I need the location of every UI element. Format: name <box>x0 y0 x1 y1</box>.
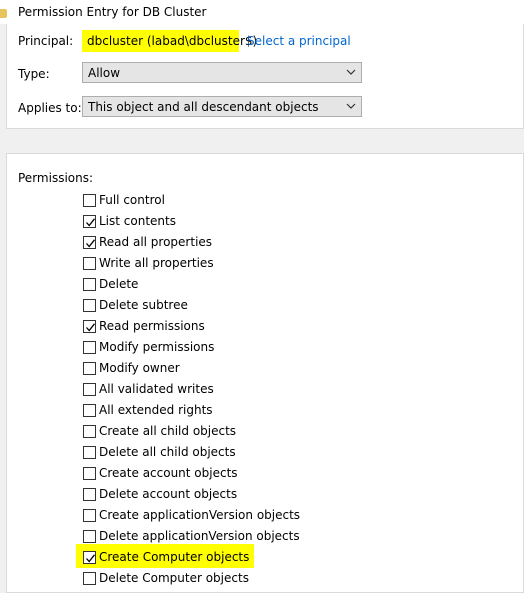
permission-label: Modify permissions <box>99 340 215 354</box>
checkbox-checked[interactable] <box>83 320 96 333</box>
principal-label: Principal: <box>18 34 74 48</box>
permission-row[interactable]: Modify permissions <box>83 339 383 356</box>
permission-label: All validated writes <box>99 382 214 396</box>
permission-row[interactable]: List contents <box>83 213 383 230</box>
checkbox-unchecked[interactable] <box>83 278 96 291</box>
permission-label: Write all properties <box>99 256 214 270</box>
permission-row[interactable]: Create account objects <box>83 465 383 482</box>
type-dropdown[interactable]: Allow <box>82 62 362 83</box>
checkbox-unchecked[interactable] <box>83 488 96 501</box>
checkbox-unchecked[interactable] <box>83 299 96 312</box>
permission-label: Read all properties <box>99 235 213 249</box>
permission-label: Delete account objects <box>99 487 238 501</box>
permission-label: Delete <box>99 277 139 291</box>
checkmark-icon <box>86 323 96 332</box>
checkbox-unchecked[interactable] <box>83 404 96 417</box>
permission-label: Read permissions <box>99 319 205 333</box>
permission-label: Create applicationVersion objects <box>99 508 301 522</box>
permission-row[interactable]: All extended rights <box>83 402 383 419</box>
permission-label: Create account objects <box>99 466 238 480</box>
checkbox-unchecked[interactable] <box>83 194 96 207</box>
title-bar: Permission Entry for DB Cluster <box>0 0 524 24</box>
checkbox-unchecked[interactable] <box>83 341 96 354</box>
permission-label: Create all child objects <box>99 424 237 438</box>
permission-row[interactable]: Delete <box>83 276 383 293</box>
checkbox-unchecked[interactable] <box>83 509 96 522</box>
permission-row[interactable]: Delete Computer objects <box>83 570 383 587</box>
permission-label: Delete subtree <box>99 298 188 312</box>
checkbox-unchecked[interactable] <box>83 530 96 543</box>
window-title: Permission Entry for DB Cluster <box>18 5 207 19</box>
folder-icon <box>0 9 7 18</box>
chevron-down-icon <box>346 69 356 75</box>
type-label: Type: <box>18 67 50 81</box>
checkbox-checked[interactable] <box>83 215 96 228</box>
permission-row[interactable]: Delete all child objects <box>83 444 383 461</box>
checkbox-unchecked[interactable] <box>83 257 96 270</box>
permission-row[interactable]: Delete subtree <box>83 297 383 314</box>
permission-row[interactable]: Read permissions <box>83 318 383 335</box>
checkbox-unchecked[interactable] <box>83 362 96 375</box>
select-principal-link[interactable]: Select a principal <box>247 34 351 48</box>
permission-label: Delete applicationVersion objects <box>99 529 300 543</box>
applies-to-dropdown[interactable]: This object and all descendant objects <box>82 96 362 117</box>
permission-row[interactable]: All validated writes <box>83 381 383 398</box>
checkbox-checked[interactable] <box>83 551 96 564</box>
applies-to-dropdown-value: This object and all descendant objects <box>88 100 319 114</box>
checkbox-unchecked[interactable] <box>83 446 96 459</box>
checkbox-unchecked[interactable] <box>83 572 96 585</box>
permission-row[interactable]: Full control <box>83 192 383 209</box>
permission-row[interactable]: Delete account objects <box>83 486 383 503</box>
permission-row[interactable]: Create all child objects <box>83 423 383 440</box>
checkbox-checked[interactable] <box>83 236 96 249</box>
permission-row[interactable]: Modify owner <box>83 360 383 377</box>
permission-row[interactable]: Create Computer objects <box>83 549 383 566</box>
checkbox-unchecked[interactable] <box>83 467 96 480</box>
permission-row[interactable]: Create applicationVersion objects <box>83 507 383 524</box>
permissions-label: Permissions: <box>18 171 94 185</box>
permission-label: All extended rights <box>99 403 213 417</box>
checkbox-unchecked[interactable] <box>83 425 96 438</box>
permission-row[interactable]: Delete applicationVersion objects <box>83 528 383 545</box>
permission-label: Modify owner <box>99 361 180 375</box>
checkmark-icon <box>86 554 96 563</box>
permission-label: List contents <box>99 214 176 228</box>
permission-row[interactable]: Read all properties <box>83 234 383 251</box>
checkbox-unchecked[interactable] <box>83 383 96 396</box>
permission-label: Delete all child objects <box>99 445 236 459</box>
permission-row[interactable]: Write all properties <box>83 255 383 272</box>
applies-to-label: Applies to: <box>18 101 82 115</box>
chevron-down-icon <box>346 103 356 109</box>
checkmark-icon <box>86 239 96 248</box>
permission-label: Create Computer objects <box>99 550 250 564</box>
permission-label: Full control <box>99 193 165 207</box>
principal-value: dbcluster (labad\dbcluster$) <box>87 34 258 48</box>
type-dropdown-value: Allow <box>88 66 121 80</box>
permission-label: Delete Computer objects <box>99 571 249 585</box>
checkmark-icon <box>86 218 96 227</box>
